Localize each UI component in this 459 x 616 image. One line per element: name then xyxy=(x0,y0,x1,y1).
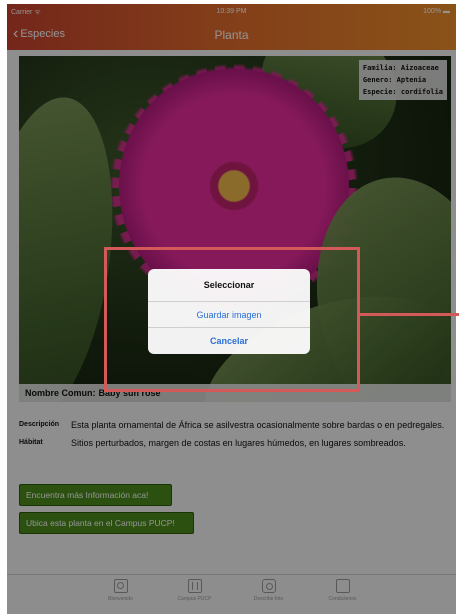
annotation-pointer-line xyxy=(360,313,459,316)
annotation-highlight-box xyxy=(104,247,360,392)
